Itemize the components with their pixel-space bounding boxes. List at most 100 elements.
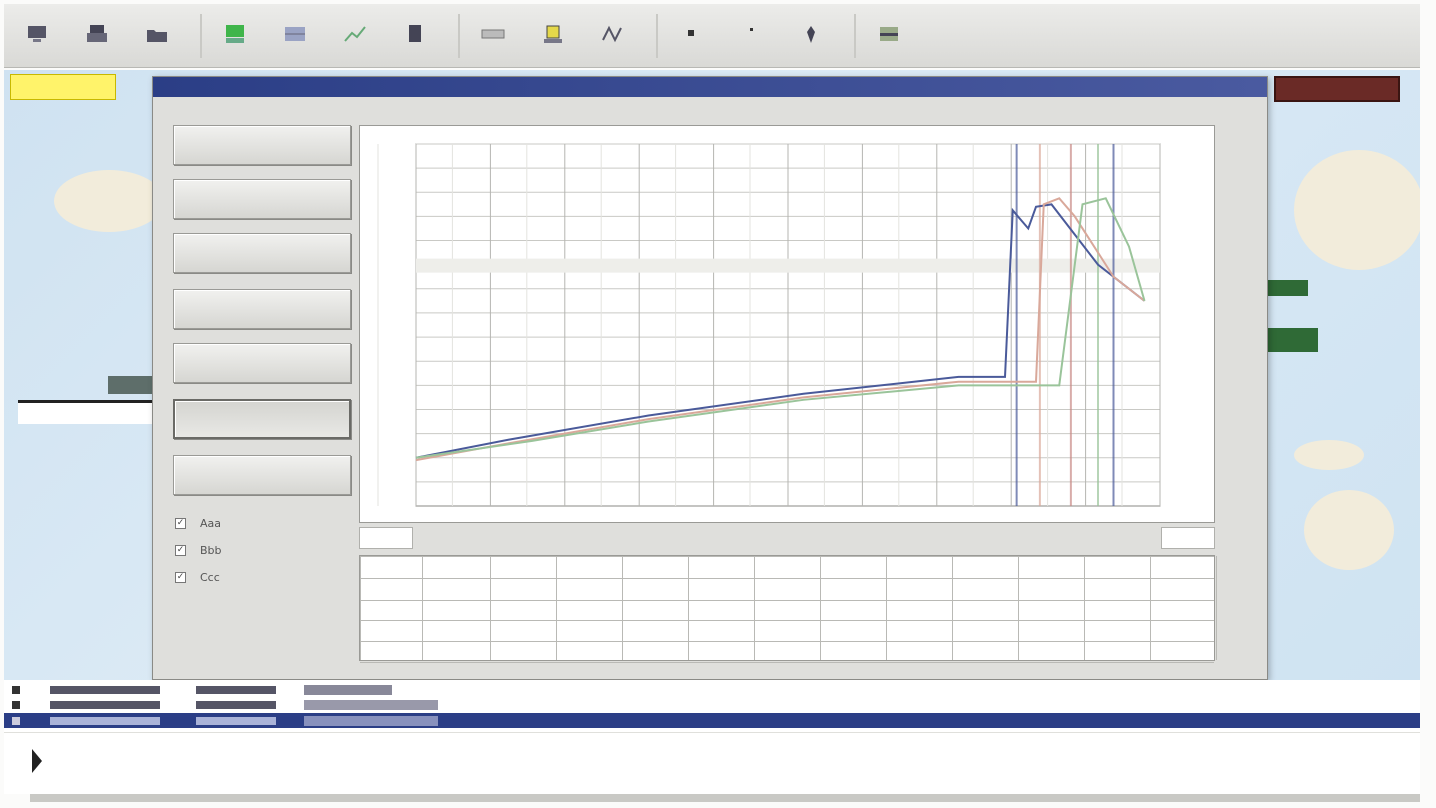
- toolbar-button-7[interactable]: [390, 10, 440, 62]
- table-row-line: [360, 641, 1214, 642]
- row-marker: [12, 685, 20, 694]
- map-route-segment: [18, 400, 152, 424]
- row-text-block: [304, 699, 438, 710]
- record-list: [4, 680, 1420, 732]
- side-button-2[interactable]: [173, 179, 351, 219]
- checkbox[interactable]: ✓: [175, 518, 186, 529]
- toolbar-button-8[interactable]: [468, 10, 518, 62]
- table-column-line: [1150, 556, 1151, 660]
- data-table: [359, 555, 1217, 663]
- chart-dialog: ✓ Aaa ✓ Bbb ✓ Ccc: [152, 76, 1268, 680]
- checkbox[interactable]: ✓: [175, 572, 186, 583]
- play-marker-icon: [32, 749, 42, 773]
- app-window: ✓ Aaa ✓ Bbb ✓ Ccc: [0, 0, 1436, 808]
- dot-icon: [688, 29, 694, 36]
- list-item[interactable]: [4, 682, 1420, 697]
- toolbar-separator: [200, 13, 202, 58]
- table-column-line: [490, 556, 491, 660]
- line-chart[interactable]: [360, 126, 1214, 522]
- toolbar-button-13[interactable]: [786, 10, 836, 62]
- table-column-line: [688, 556, 689, 660]
- row-marker: [12, 716, 20, 725]
- list-item[interactable]: [4, 697, 1420, 712]
- dialog-titlebar[interactable]: [153, 77, 1267, 97]
- indicator-display: [1274, 76, 1400, 102]
- toolbar-button-9[interactable]: [528, 10, 578, 62]
- checkbox-label: Ccc: [200, 571, 220, 584]
- toolbar-button-11[interactable]: [666, 10, 716, 62]
- row-marker: [12, 700, 20, 709]
- checkbox-row[interactable]: ✓ Bbb: [175, 544, 222, 557]
- table-icon: [285, 26, 305, 41]
- measure-icon: [602, 25, 622, 42]
- chart-green-icon: [226, 24, 244, 43]
- toolbar-button-14[interactable]: [864, 10, 914, 62]
- toolbar-button-2[interactable]: [72, 10, 122, 62]
- side-button-6[interactable]: [173, 399, 351, 439]
- checkbox[interactable]: ✓: [175, 545, 186, 556]
- map-marker[interactable]: [1268, 280, 1308, 296]
- status-bar: [30, 794, 1420, 802]
- table-column-line: [1018, 556, 1019, 660]
- monitor-icon: [28, 25, 46, 42]
- side-button-4[interactable]: [173, 289, 351, 329]
- table-row-line: [360, 600, 1214, 601]
- range-min-field[interactable]: [359, 527, 413, 549]
- table-column-line: [820, 556, 821, 660]
- row-text-block: [50, 716, 160, 725]
- toolbar-button-3[interactable]: [132, 10, 182, 62]
- toolbar-separator: [656, 13, 658, 58]
- chart-panel[interactable]: [359, 125, 1215, 523]
- chart-up-icon: [344, 25, 366, 42]
- detail-panel: [4, 732, 1420, 794]
- toolbar-button-4[interactable]: [210, 10, 260, 62]
- side-button-3[interactable]: [173, 233, 351, 273]
- toolbar-button-10[interactable]: [588, 10, 638, 62]
- table-column-line: [422, 556, 423, 660]
- table-row-line: [360, 556, 1214, 557]
- toolbar-button-1[interactable]: [12, 10, 62, 62]
- toolbar-button-6[interactable]: [330, 10, 380, 62]
- export-icon: [880, 26, 898, 41]
- toolbar-separator: [458, 13, 460, 58]
- map-landmass: [1294, 440, 1364, 470]
- table-column-line: [360, 556, 361, 660]
- printer-icon: [87, 24, 107, 42]
- status-chip[interactable]: [10, 74, 116, 100]
- table-column-line: [886, 556, 887, 660]
- table-row-line: [360, 620, 1214, 621]
- reference-band: [416, 258, 1160, 273]
- row-text-block: [50, 685, 160, 694]
- row-text-block: [196, 685, 276, 694]
- table-column-line: [1084, 556, 1085, 660]
- map-marker[interactable]: [108, 376, 152, 394]
- list-item-selected[interactable]: [4, 713, 1420, 728]
- checkbox-row[interactable]: ✓ Ccc: [175, 571, 220, 584]
- folder-icon: [147, 29, 167, 42]
- map-marker[interactable]: [1268, 328, 1318, 352]
- table-row-line: [360, 578, 1214, 579]
- ruler-icon: [481, 29, 505, 38]
- table-column-line: [1216, 556, 1217, 660]
- map-landmass: [54, 170, 164, 232]
- map-landmass: [1294, 150, 1420, 270]
- side-button-7[interactable]: [173, 455, 351, 495]
- side-button-1[interactable]: [173, 125, 351, 165]
- table-column-line: [754, 556, 755, 660]
- main-toolbar: [4, 4, 1420, 68]
- side-button-5[interactable]: [173, 343, 351, 383]
- table-column-line: [622, 556, 623, 660]
- checkbox-label: Bbb: [200, 544, 222, 557]
- table-column-line: [556, 556, 557, 660]
- toolbar-button-5[interactable]: [270, 10, 320, 62]
- toolbar-button-12[interactable]: [726, 10, 776, 62]
- row-text-block: [50, 700, 160, 709]
- range-max-field[interactable]: [1161, 527, 1215, 549]
- map-landmass: [1304, 490, 1394, 570]
- table-column-line: [952, 556, 953, 660]
- checkbox-label: Aaa: [200, 517, 222, 530]
- table-row-line: [360, 662, 1214, 663]
- checkbox-row[interactable]: ✓ Aaa: [175, 517, 221, 530]
- pin-icon: [807, 25, 815, 43]
- toolbar-separator: [854, 13, 856, 58]
